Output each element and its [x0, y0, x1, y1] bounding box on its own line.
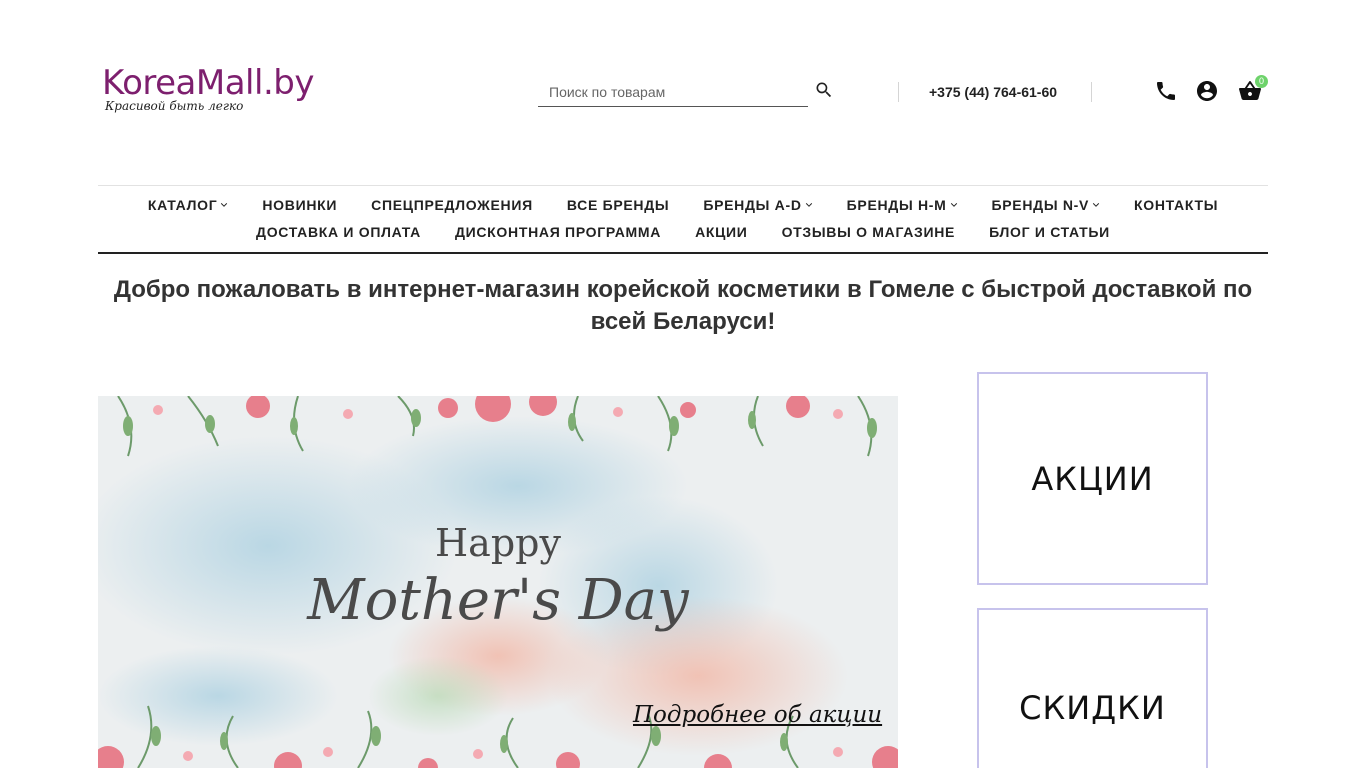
nav-item-special-offers[interactable]: СПЕЦПРЕДЛОЖЕНИЯ: [371, 196, 533, 214]
account-button[interactable]: [1195, 79, 1219, 103]
nav-item-blog[interactable]: БЛОГ И СТАТЬИ: [989, 223, 1110, 241]
search-box: [538, 78, 808, 107]
nav-item-label: КОНТАКТЫ: [1134, 197, 1219, 213]
promo-banner[interactable]: Happy Mother's Day Подробнее об акции: [98, 396, 898, 768]
nav-item-label: ОТЗЫВЫ О МАГАЗИНЕ: [781, 224, 956, 240]
header-divider: [898, 82, 899, 102]
logo-text: KoreaMall.by: [102, 63, 314, 103]
discounts-card-label: СКИДКИ: [1019, 689, 1166, 727]
site-logo[interactable]: KoreaMall.by Красивой быть легко: [102, 64, 352, 120]
nav-divider: [98, 185, 1268, 186]
nav-item-promotions[interactable]: АКЦИИ: [695, 223, 748, 241]
nav-item-discount-program[interactable]: ДИСКОНТНАЯ ПРОГРАММА: [455, 223, 661, 241]
search-icon: [816, 82, 832, 98]
search-input[interactable]: [538, 78, 808, 106]
promotions-card[interactable]: АКЦИИ: [977, 372, 1208, 585]
search-button[interactable]: [814, 80, 834, 100]
chevron-down-icon: [805, 203, 812, 207]
nav-item-brands-n-v[interactable]: БРЕНДЫ N-V: [992, 196, 1101, 214]
nav-item-label: ДОСТАВКА И ОПЛАТА: [256, 224, 421, 240]
nav-item-label: КАТАЛОГ: [147, 197, 218, 213]
chevron-down-icon: [1092, 203, 1100, 207]
nav-item-label: АКЦИИ: [695, 224, 748, 240]
promotions-card-label: АКЦИИ: [1031, 459, 1154, 498]
phone-button[interactable]: [1154, 79, 1178, 103]
account-icon: [1197, 81, 1217, 101]
phone-number[interactable]: +375 (44) 764-61-60: [929, 84, 1057, 100]
main-nav-row-2: ДОСТАВКА И ОПЛАТА ДИСКОНТНАЯ ПРОГРАММА А…: [98, 223, 1268, 241]
nav-item-new[interactable]: НОВИНКИ: [262, 196, 337, 214]
banner-more-link[interactable]: Подробнее об акции: [633, 702, 882, 728]
header-divider: [1091, 82, 1092, 102]
nav-divider: [98, 252, 1268, 254]
nav-item-contacts[interactable]: КОНТАКТЫ: [1134, 196, 1218, 214]
nav-item-label: СПЕЦПРЕДЛОЖЕНИЯ: [371, 197, 533, 213]
chevron-down-icon: [221, 203, 228, 207]
nav-item-delivery[interactable]: ДОСТАВКА И ОПЛАТА: [256, 223, 421, 241]
nav-item-brands-a-d[interactable]: БРЕНДЫ A-D: [703, 196, 812, 214]
welcome-heading: Добро пожаловать в интернет-магазин коре…: [113, 276, 1253, 335]
nav-item-label: ВСЕ БРЕНДЫ: [566, 197, 670, 213]
banner-title-mothers-day: Mother's Day: [307, 568, 689, 633]
nav-item-label: НОВИНКИ: [262, 197, 338, 213]
chevron-down-icon: [950, 203, 957, 207]
phone-icon: [1157, 82, 1175, 100]
nav-item-catalog[interactable]: КАТАЛОГ: [148, 196, 228, 214]
discounts-card[interactable]: СКИДКИ: [977, 608, 1208, 768]
nav-item-label: БРЕНДЫ H-M: [846, 197, 947, 213]
nav-item-brands-h-m[interactable]: БРЕНДЫ H-M: [847, 196, 958, 214]
main-nav-row-1: КАТАЛОГ НОВИНКИ СПЕЦПРЕДЛОЖЕНИЯ ВСЕ БРЕН…: [98, 196, 1268, 214]
nav-item-all-brands[interactable]: ВСЕ БРЕНДЫ: [567, 196, 669, 214]
cart-count-badge: 0: [1255, 75, 1268, 88]
nav-item-label: БЛОГ И СТАТЬИ: [989, 224, 1110, 240]
nav-item-label: БРЕНДЫ A-D: [703, 197, 802, 213]
banner-title-happy: Happy: [435, 521, 561, 565]
nav-item-label: БРЕНДЫ N-V: [991, 197, 1090, 213]
nav-item-label: ДИСКОНТНАЯ ПРОГРАММА: [454, 224, 662, 240]
logo-tagline: Красивой быть легко: [105, 99, 244, 113]
nav-item-reviews[interactable]: ОТЗЫВЫ О МАГАЗИНЕ: [782, 223, 956, 241]
